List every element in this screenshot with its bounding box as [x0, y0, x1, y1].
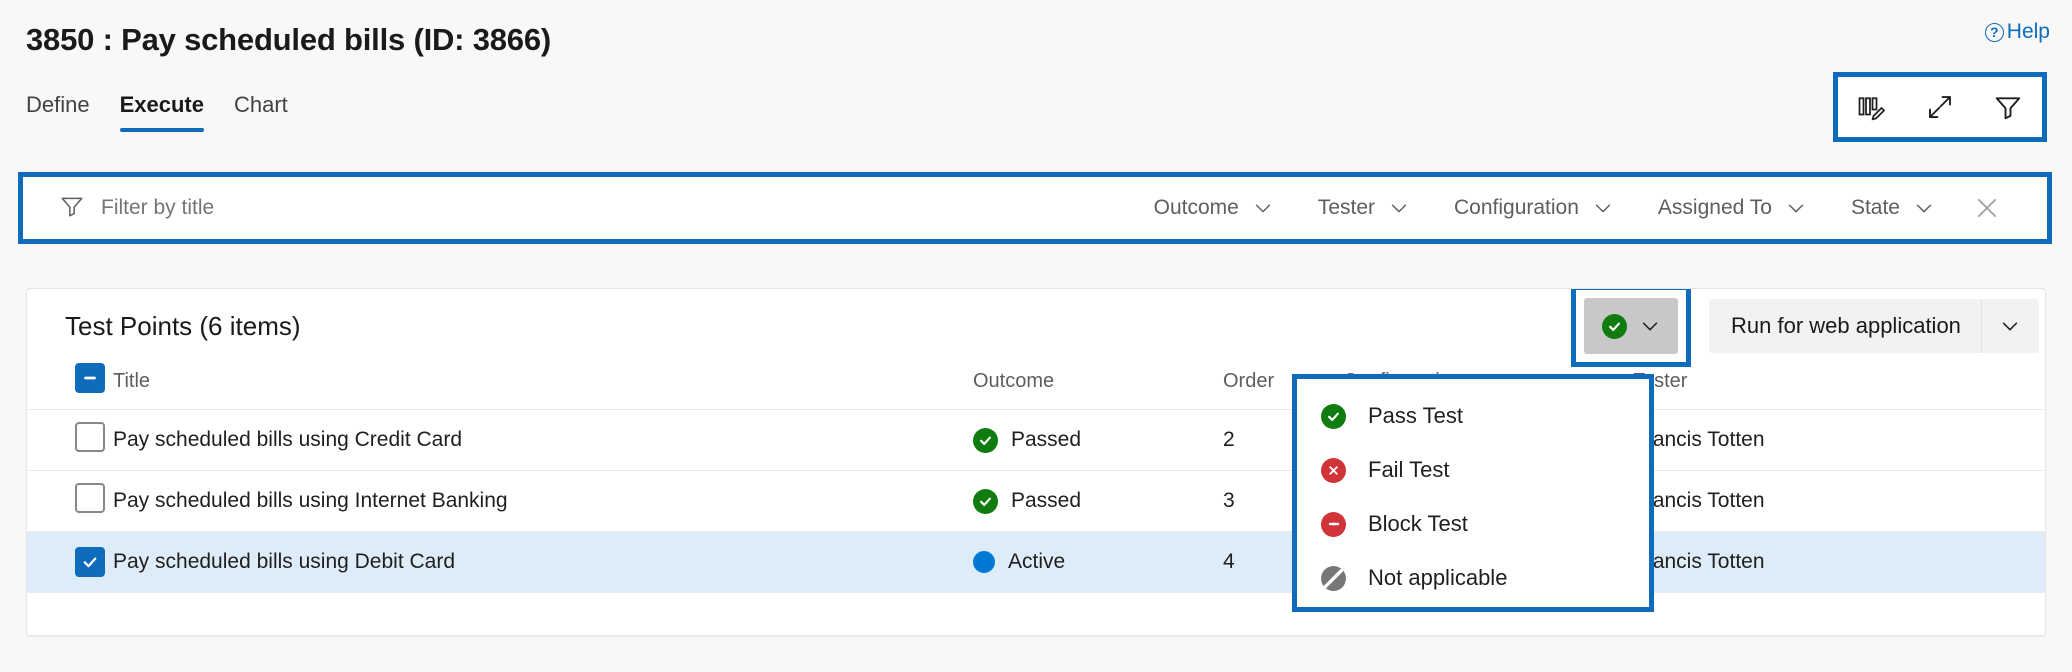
tab-bar: Define Execute Chart [26, 92, 288, 132]
filter-pill-label: Assigned To [1658, 196, 1772, 220]
filter-pill-group: Outcome Tester Configuration Assigned To… [1132, 194, 2047, 222]
row-outcome-cell: Passed [973, 471, 1223, 532]
menu-item-fail-test[interactable]: Fail Test [1297, 443, 1649, 497]
filter-bar: Outcome Tester Configuration Assigned To… [18, 172, 2052, 244]
row-checkbox-cell [27, 471, 113, 532]
row-outcome-label: Passed [1011, 428, 1081, 452]
row-outcome-cell: Passed [973, 410, 1223, 471]
run-button-caret[interactable] [1981, 299, 2039, 353]
filter-pill-state[interactable]: State [1829, 196, 1957, 220]
chevron-down-icon [1913, 197, 1935, 219]
chevron-down-icon [1252, 197, 1274, 219]
row-title: Pay scheduled bills using Internet Banki… [113, 471, 973, 532]
pass-check-icon [1321, 404, 1346, 429]
menu-item-pass-test[interactable]: Pass Test [1297, 389, 1649, 443]
test-points-card: Test Points (6 items) Run for web applic… [26, 288, 2046, 636]
filter-pill-label: Outcome [1154, 196, 1239, 220]
row-tester: Francis Totten [1633, 532, 2045, 593]
question-circle-icon: ? [1985, 23, 2004, 42]
column-options-icon[interactable] [1850, 85, 1894, 129]
not-applicable-icon [1321, 566, 1346, 591]
menu-item-label: Not applicable [1368, 565, 1507, 591]
close-icon [1973, 194, 2001, 222]
row-title: Pay scheduled bills using Debit Card [113, 532, 973, 593]
help-label: Help [2007, 20, 2050, 44]
row-title: Pay scheduled bills using Credit Card [113, 410, 973, 471]
row-checkbox[interactable] [75, 422, 105, 452]
filter-pill-assigned-to[interactable]: Assigned To [1636, 196, 1829, 220]
fail-x-icon [1321, 458, 1346, 483]
toolbar-highlight-box [1833, 72, 2047, 142]
run-button-label: Run for web application [1709, 299, 1981, 353]
table-row[interactable]: Pay scheduled bills using Credit Card Pa… [27, 410, 2045, 471]
select-all-checkbox[interactable] [75, 363, 105, 393]
tab-execute[interactable]: Execute [120, 92, 204, 132]
menu-item-label: Block Test [1368, 511, 1468, 537]
row-outcome-label: Passed [1011, 489, 1081, 513]
column-header-title[interactable]: Title [113, 363, 973, 410]
row-checkbox-cell [27, 410, 113, 471]
menu-item-not-applicable[interactable]: Not applicable [1297, 551, 1649, 605]
table-row[interactable]: Pay scheduled bills using Debit Card Act… [27, 532, 2045, 593]
funnel-icon [59, 193, 85, 224]
row-tester: Francis Totten [1633, 471, 2045, 532]
outcome-button-highlight-box [1571, 288, 1691, 367]
menu-item-label: Fail Test [1368, 457, 1450, 483]
card-title: Test Points (6 items) [65, 311, 301, 342]
tab-define[interactable]: Define [26, 92, 90, 132]
column-header-tester[interactable]: Tester [1633, 363, 2045, 410]
filter-pill-tester[interactable]: Tester [1296, 196, 1432, 220]
filter-pill-label: Tester [1318, 196, 1375, 220]
table-header-row: Title Outcome Order Configuration Tester [27, 363, 2045, 410]
page-title: 3850 : Pay scheduled bills (ID: 3866) [26, 22, 551, 58]
filter-pill-configuration[interactable]: Configuration [1432, 196, 1636, 220]
row-checkbox[interactable] [75, 547, 105, 577]
tab-chart[interactable]: Chart [234, 92, 288, 132]
help-link[interactable]: ? Help [1985, 20, 2050, 44]
chevron-down-icon [1388, 197, 1410, 219]
menu-item-block-test[interactable]: Block Test [1297, 497, 1649, 551]
row-checkbox-cell [27, 532, 113, 593]
pass-check-icon [973, 428, 998, 453]
test-points-table: Title Outcome Order Configuration Tester… [27, 363, 2045, 593]
column-header-outcome[interactable]: Outcome [973, 363, 1223, 410]
chevron-down-icon [1785, 197, 1807, 219]
select-all-header [27, 363, 113, 410]
row-outcome-cell: Active [973, 532, 1223, 593]
active-dot-icon [973, 551, 995, 573]
fullscreen-icon[interactable] [1918, 85, 1962, 129]
filter-input-wrap[interactable] [23, 193, 1132, 224]
filter-pill-label: State [1851, 196, 1900, 220]
chevron-down-icon [1639, 315, 1661, 337]
card-header: Test Points (6 items) Run for web applic… [27, 289, 2045, 363]
filter-pill-outcome[interactable]: Outcome [1132, 196, 1296, 220]
row-checkbox[interactable] [75, 483, 105, 513]
table-row[interactable]: Pay scheduled bills using Internet Banki… [27, 471, 2045, 532]
chevron-down-icon [1999, 315, 2021, 337]
set-outcome-split-button[interactable] [1584, 298, 1678, 354]
pass-check-icon [973, 489, 998, 514]
filter-pill-label: Configuration [1454, 196, 1579, 220]
clear-filters-button[interactable] [1957, 194, 2023, 222]
outcome-dropdown-menu: Pass Test Fail Test Block Test Not appli… [1292, 374, 1654, 612]
row-outcome-label: Active [1008, 550, 1065, 574]
chevron-down-icon [1592, 197, 1614, 219]
menu-item-label: Pass Test [1368, 403, 1463, 429]
block-minus-icon [1321, 512, 1346, 537]
filter-icon[interactable] [1986, 85, 2030, 129]
search-input[interactable] [99, 195, 1132, 221]
pass-check-icon [1602, 314, 1627, 339]
row-tester: Francis Totten [1633, 410, 2045, 471]
run-for-web-application-button[interactable]: Run for web application [1709, 299, 2039, 353]
